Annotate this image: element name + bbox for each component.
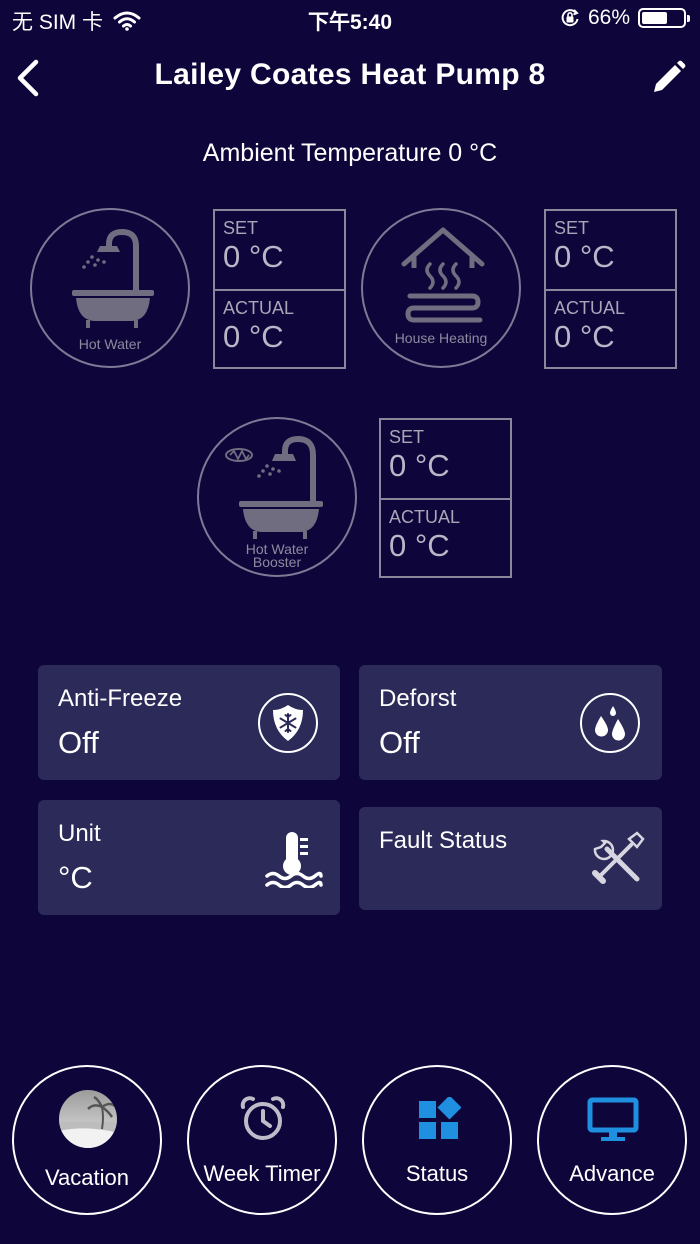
house-heating-icon <box>401 227 485 323</box>
booster-label-line2: Booster <box>252 554 302 570</box>
anti-freeze-value: Off <box>58 725 99 760</box>
battery-percent: 66% <box>587 6 630 29</box>
unit-card[interactable]: Unit °C <box>38 800 340 915</box>
booster-setpoints: SET 0 °C ACTUAL 0 °C <box>379 418 512 578</box>
alarm-clock-icon <box>240 1096 286 1140</box>
edit-button[interactable] <box>648 58 688 98</box>
bathtub-booster-icon <box>225 435 323 539</box>
week-timer-label: Week Timer <box>203 1161 321 1186</box>
pencil-icon <box>654 60 686 92</box>
set-value[interactable]: 0 °C <box>223 239 344 275</box>
unit-title: Unit <box>58 820 101 847</box>
status-tiles-icon <box>419 1097 461 1139</box>
week-timer-button[interactable]: Week Timer <box>187 1065 337 1215</box>
house-heating-label: House Heating <box>394 330 488 346</box>
anti-freeze-title: Anti-Freeze <box>58 685 183 712</box>
hot-water-setpoints: SET 0 °C ACTUAL 0 °C <box>213 209 346 369</box>
hot-water-booster-button[interactable]: Hot Water Booster <box>197 417 357 577</box>
status-button[interactable]: Status <box>362 1065 512 1215</box>
anti-freeze-card[interactable]: Anti-Freeze Off <box>38 665 340 780</box>
advance-label: Advance <box>569 1161 655 1186</box>
hot-water-button[interactable]: Hot Water <box>30 208 190 368</box>
orientation-lock-icon <box>561 9 579 27</box>
set-label: SET <box>389 427 425 447</box>
beach-icon <box>59 1090 117 1148</box>
actual-label: ACTUAL <box>223 298 295 318</box>
defrost-title: Deforst <box>379 685 457 712</box>
house-heating-setpoints: SET 0 °C ACTUAL 0 °C <box>544 209 677 369</box>
set-label: SET <box>223 218 259 238</box>
actual-label: ACTUAL <box>554 298 626 318</box>
unit-value: °C <box>58 860 93 895</box>
actual-value: 0 °C <box>223 319 284 354</box>
house-heating-button[interactable]: House Heating <box>361 208 521 368</box>
actual-value: 0 °C <box>554 319 615 354</box>
status-right: 66% <box>560 6 690 30</box>
monitor-icon <box>587 1097 639 1141</box>
status-label: Status <box>405 1161 469 1186</box>
fault-status-card[interactable]: Fault Status <box>359 807 662 910</box>
fault-status-title: Fault Status <box>379 827 508 854</box>
ambient-temperature: Ambient Temperature 0 °C <box>202 139 498 167</box>
page-title: Lailey Coates Heat Pump 8 <box>154 58 546 91</box>
vacation-button[interactable]: Vacation <box>12 1065 162 1215</box>
set-value[interactable]: 0 °C <box>554 239 675 275</box>
battery-icon <box>638 8 690 28</box>
snowflake-shield-icon <box>258 693 318 753</box>
defrost-value: Off <box>379 725 420 760</box>
hot-water-label: Hot Water <box>78 336 142 352</box>
set-value[interactable]: 0 °C <box>389 448 510 484</box>
droplets-icon <box>580 693 640 753</box>
set-label: SET <box>554 218 590 238</box>
defrost-card[interactable]: Deforst Off <box>359 665 662 780</box>
tools-icon <box>592 831 645 884</box>
advance-button[interactable]: Advance <box>537 1065 687 1215</box>
actual-label: ACTUAL <box>389 507 461 527</box>
thermometer-water-icon <box>265 832 323 888</box>
vacation-label: Vacation <box>45 1165 129 1190</box>
bathtub-shower-icon <box>72 228 154 328</box>
actual-value: 0 °C <box>389 528 450 563</box>
